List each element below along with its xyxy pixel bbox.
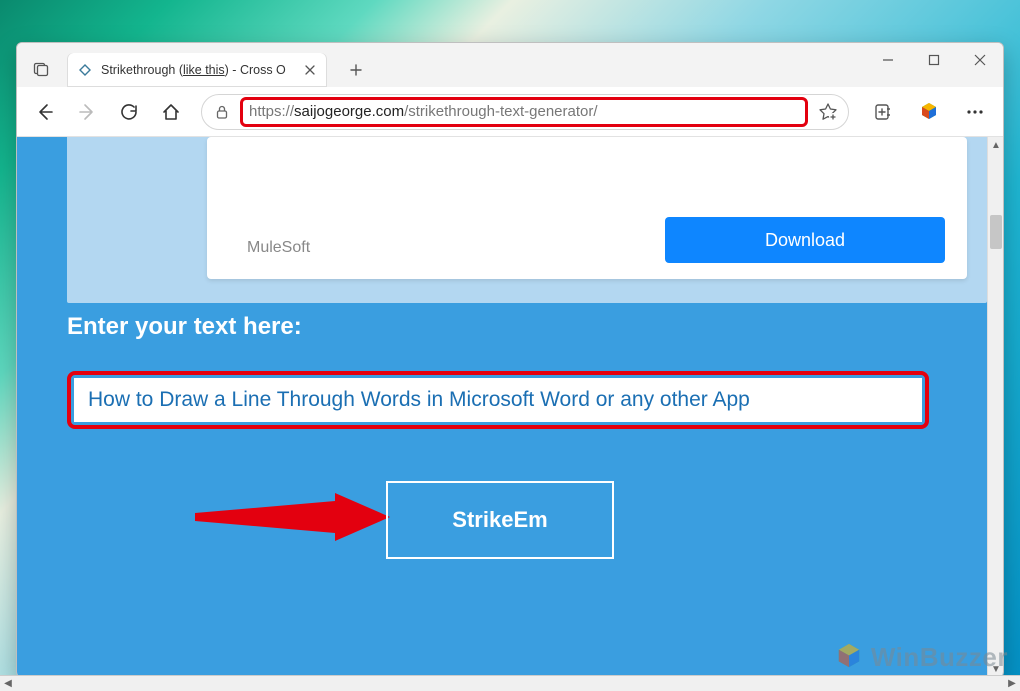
tabs-area: Strikethrough (like this) - Cross O [63,43,1003,87]
outer-horizontal-scrollbar[interactable]: ◀ ▶ [0,675,1020,691]
input-prompt-label: Enter your text here: [67,313,302,341]
collections-button[interactable] [863,92,903,132]
page-content: MuleSoft Download Enter your text here: … [17,137,987,677]
url-highlight-annotation: https://saijogeorge.com/strikethrough-te… [240,97,808,127]
ad-brand-text: MuleSoft [247,239,310,257]
address-bar[interactable]: https://saijogeorge.com/strikethrough-te… [201,94,849,130]
ad-card: MuleSoft Download [207,137,967,279]
more-menu-button[interactable] [955,92,995,132]
tab-actions-button[interactable] [23,51,59,87]
ad-download-button[interactable]: Download [665,217,945,263]
annotation-arrow [195,493,390,541]
new-tab-button[interactable] [341,55,371,85]
h-scroll-track[interactable] [16,676,1004,691]
extension-icon[interactable] [909,92,949,132]
tab-favicon [77,62,93,78]
desktop-background: Strikethrough (like this) - Cross O [0,0,1020,691]
add-favorite-button[interactable] [818,102,838,122]
tab-close-button[interactable] [301,61,319,79]
browser-window: Strikethrough (like this) - Cross O [16,42,1004,678]
input-highlight-annotation [67,371,929,429]
refresh-button[interactable] [109,92,149,132]
toolbar-right [863,92,995,132]
scrollbar-thumb[interactable] [990,215,1002,249]
tab-title: Strikethrough (like this) - Cross O [101,63,297,77]
page-viewport: MuleSoft Download Enter your text here: … [17,137,1003,677]
forward-button[interactable] [67,92,107,132]
close-window-button[interactable] [957,43,1003,77]
titlebar: Strikethrough (like this) - Cross O [17,43,1003,87]
strikeem-button[interactable]: StrikeEm [386,481,614,559]
back-button[interactable] [25,92,65,132]
maximize-button[interactable] [911,43,957,77]
url-text: https://saijogeorge.com/strikethrough-te… [249,103,598,120]
vertical-scrollbar[interactable]: ▲ ▼ [987,137,1003,677]
main-text-input[interactable] [74,378,922,422]
ad-container: MuleSoft Download [67,137,987,303]
scroll-up-button[interactable]: ▲ [988,137,1003,153]
browser-tab[interactable]: Strikethrough (like this) - Cross O [67,53,327,87]
lock-icon [214,104,230,120]
scroll-left-button[interactable]: ◀ [0,676,16,691]
toolbar: https://saijogeorge.com/strikethrough-te… [17,87,1003,137]
window-controls [865,43,1003,77]
minimize-button[interactable] [865,43,911,77]
scroll-right-button[interactable]: ▶ [1004,676,1020,691]
home-button[interactable] [151,92,191,132]
